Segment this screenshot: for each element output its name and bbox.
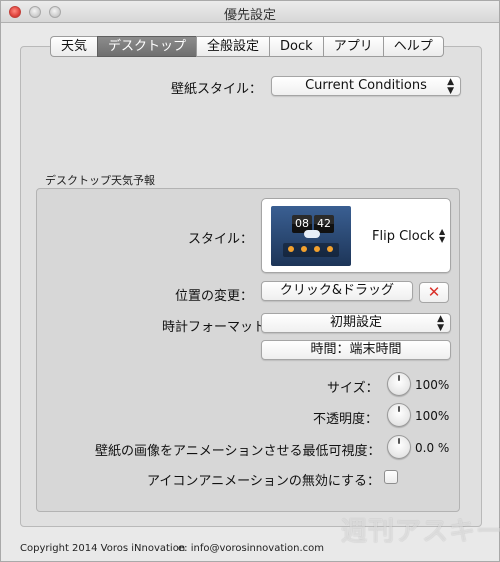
preferences-window: 優先設定 天気 デスクトップ 全般設定 Dock アプリ ヘルプ 壁紙スタイル：… — [0, 0, 500, 562]
sun-icon — [288, 246, 294, 252]
opacity-value: 100% — [415, 409, 450, 423]
min-visibility-value: 0.0 % — [415, 441, 450, 455]
style-label: スタイル： — [188, 232, 254, 247]
cloud-icon — [304, 230, 320, 238]
sun-icon — [327, 246, 333, 252]
flip-clock-preview-image: 08 42 — [271, 206, 351, 266]
tab-help[interactable]: ヘルプ — [382, 36, 444, 57]
watermark: 週刊アスキー — [341, 517, 500, 547]
min-visibility-dial[interactable] — [387, 435, 411, 459]
sun-icon — [301, 246, 307, 252]
reset-position-button[interactable]: ✕ — [419, 282, 449, 303]
desktop-forecast-group-title: デスクトップ天気予報 — [45, 174, 155, 187]
sun-icon — [314, 246, 320, 252]
position-label: 位置の変更： — [175, 289, 254, 304]
close-icon: ✕ — [427, 283, 441, 301]
tab-bar: 天気 デスクトップ 全般設定 Dock アプリ ヘルプ — [50, 36, 444, 57]
min-visibility-label: 壁紙の画像をアニメーションさせる最低可視度： — [95, 444, 381, 459]
opacity-label: 不透明度： — [313, 412, 379, 427]
wallpaper-style-popup[interactable]: Current Conditions ▲ ▼ — [271, 76, 461, 96]
popup-arrows-icon: ▲ ▼ — [437, 314, 444, 333]
tab-apps[interactable]: アプリ — [322, 36, 383, 57]
tab-weather[interactable]: 天気 — [50, 36, 98, 57]
tab-desktop[interactable]: デスクトップ — [97, 36, 197, 57]
disable-icon-animation-checkbox[interactable] — [384, 470, 398, 484]
time-source-button[interactable]: 時間：端末時間 — [261, 340, 451, 360]
copyright-text: Copyright 2014 Voros iNnovation — [20, 543, 186, 554]
window-title: 優先設定 — [223, 8, 276, 23]
wallpaper-style-label: 壁紙スタイル： — [171, 82, 263, 97]
title-bar: 優先設定 — [1, 1, 499, 23]
email-text: e: info@vorosinnovation.com — [178, 543, 325, 554]
popup-arrows-icon: ▲ ▼ — [447, 77, 454, 96]
style-value: Flip Clock — [372, 229, 435, 244]
disable-icon-animation-label: アイコンアニメーションの無効にする： — [147, 474, 380, 489]
tab-dock[interactable]: Dock — [269, 36, 323, 57]
clock-format-popup[interactable]: 初期設定 ▲ ▼ — [261, 313, 451, 333]
wallpaper-style-value: Current Conditions — [305, 78, 427, 93]
size-label: サイズ： — [327, 381, 379, 396]
clock-format-value: 初期設定 — [329, 315, 382, 330]
style-selector[interactable]: 08 42 Flip Clock ▲ ▼ — [261, 198, 451, 273]
size-dial[interactable] — [387, 372, 411, 396]
popup-arrows-icon: ▲ ▼ — [439, 227, 446, 244]
size-value: 100% — [415, 378, 450, 392]
tab-general[interactable]: 全般設定 — [196, 36, 270, 57]
opacity-dial[interactable] — [387, 403, 411, 427]
click-drag-button[interactable]: クリック&ドラッグ — [261, 281, 413, 301]
